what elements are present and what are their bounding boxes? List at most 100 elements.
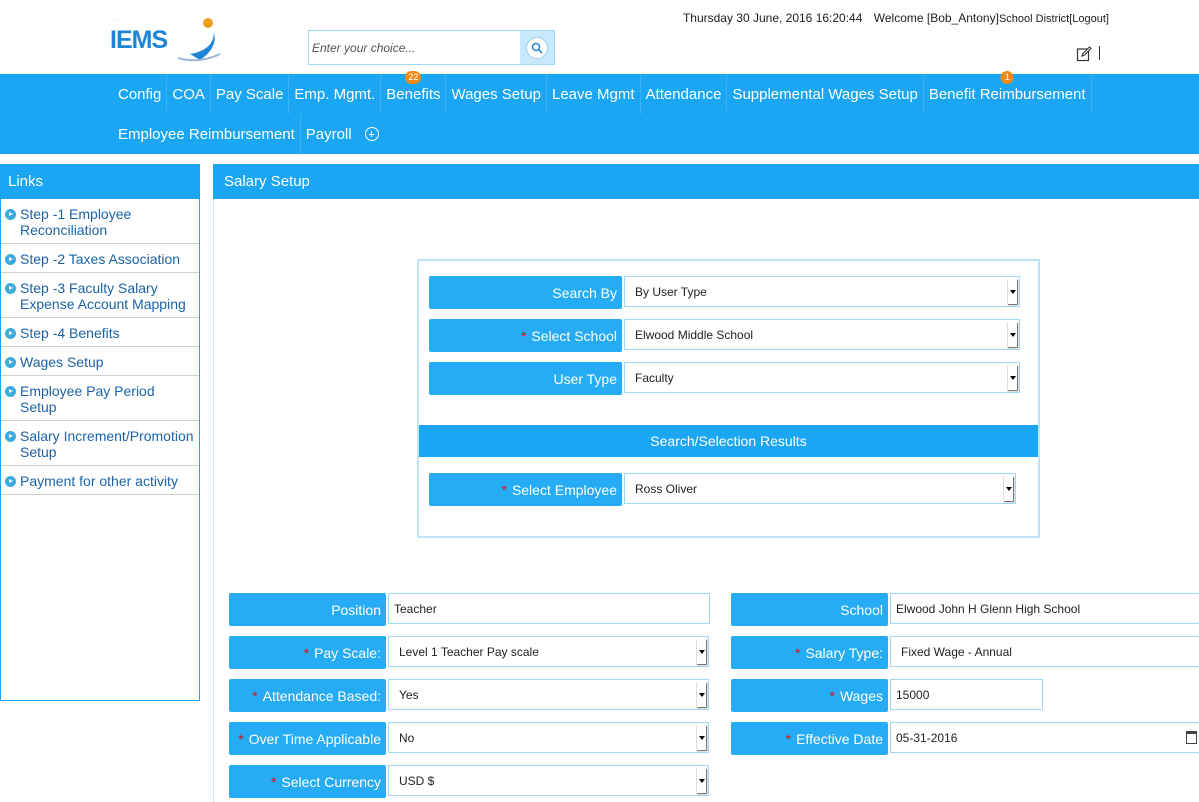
nav-item-benefit-reimbursement[interactable]: Benefit Reimbursement 1 [924,71,1092,114]
chevron-down-icon [1007,279,1017,304]
page-title: Salary Setup [213,164,1199,199]
select-school-label: * Select School [429,319,622,352]
sidebar-links: Step -1 Employee Reconciliation Step -2 T… [1,199,199,495]
attendance-based-select[interactable]: Yes [388,679,709,710]
nav-item-coa[interactable]: COA [167,74,211,114]
nav-item-supplemental-wages-setup[interactable]: Supplemental Wages Setup [727,74,924,114]
wages-label-text: Wages [839,687,883,704]
nav-item-label: Config [118,85,162,103]
salary-type-label-text: Salary Type: [805,644,883,661]
currency-select[interactable]: USD $ [388,765,709,796]
edit-icon[interactable] [1076,46,1092,62]
required-marker: * [794,644,801,661]
salary-type-select[interactable]: Fixed Wage - Annual [890,636,1199,667]
nav-item-attendance[interactable]: Attendance [641,74,728,114]
sidebar-item-employee-pay-period-setup[interactable]: Employee Pay Period Setup [1,376,199,421]
header-info: Thursday 30 June, 2016 16:20:44 Welcome … [683,11,1109,25]
required-marker: * [520,327,527,344]
position-field[interactable]: Teacher [388,593,710,624]
nav-item-label: Attendance [645,85,722,103]
pay-scale-label-text: Pay Scale: [314,644,381,661]
school-label-text: School [840,601,883,618]
chevron-down-icon [696,725,706,750]
logout-link[interactable]: [Logout] [1069,13,1109,25]
select-employee-value: Ross Oliver [635,481,698,496]
required-marker: * [785,730,792,747]
results-header: Search/Selection Results [419,425,1038,457]
sidebar-item-step-3-faculty-salary-expense-account-mapping[interactable]: Step -3 Faculty Salary Expense Account M… [1,273,199,318]
pay-scale-select[interactable]: Level 1 Teacher Pay scale [388,636,709,667]
position-label-text: Position [331,601,381,618]
required-marker: * [303,644,310,661]
nav-item-leave-mgmt[interactable]: Leave Mgmt [547,74,641,114]
arrow-bullet-icon [5,431,16,442]
attendance-based-label-text: Attendance Based: [262,687,381,704]
select-employee-select[interactable]: Ross Oliver [624,473,1016,504]
arrow-bullet-icon [5,386,16,397]
add-circle-icon[interactable] [364,127,379,141]
sidebar-item-label: Wages Setup [20,354,104,370]
required-marker: * [270,773,277,790]
wages-value: 15000 [896,687,930,702]
sidebar-item-label: Step -2 Taxes Association [20,251,181,267]
sidebar-item-wages-setup[interactable]: Wages Setup [1,347,199,376]
effective-date-label-text: Effective Date [796,730,883,747]
nav-item-label: Pay Scale [215,85,284,103]
sidebar-item-label: Step -1 Employee Reconciliation [20,206,132,238]
logo-swoosh-icon [177,18,221,62]
school-field[interactable]: Elwood John H Glenn High School [890,593,1199,624]
user-type-select[interactable]: Faculty [624,362,1020,393]
wages-field[interactable]: 15000 [890,679,1043,710]
nav-item-emp-mgmt[interactable]: Emp. Mgmt. [289,74,382,114]
nav-item-config[interactable]: Config [113,74,168,114]
search-by-select[interactable]: By User Type [624,276,1020,307]
arrow-bullet-icon [5,209,16,220]
required-marker: * [238,730,244,747]
nav-item-label: Benefit Reimbursement [928,85,1086,103]
select-school-select[interactable]: Elwood Middle School [624,319,1020,350]
nav-item-label: Employee Reimbursement [118,125,295,143]
header-datetime: Thursday 30 June, 2016 16:20:44 [682,11,863,25]
search-icon [531,42,543,54]
district-text: School District [998,13,1070,25]
attendance-based-value: Yes [399,687,419,702]
nav-row-1: Config COA Pay Scale Emp. Mgmt. Benefits 22 Wa… [113,71,1092,114]
search-button[interactable] [520,31,554,64]
overtime-select[interactable]: No [388,722,709,753]
nav-item-employee-reimbursement[interactable]: Employee Reimbursement [113,114,301,154]
nav-item-pay-scale[interactable]: Pay Scale [211,74,290,114]
nav-item-benefits[interactable]: Benefits 22 [381,71,447,114]
sidebar-item-payment-for-other-activity[interactable]: Payment for other activity [1,466,199,495]
sidebar-item-step-4-benefits[interactable]: Step -4 Benefits [1,318,199,347]
search-by-label-text: Search By [552,284,617,301]
chevron-down-icon [1003,476,1013,501]
sidebar-item-step-2-taxes-association[interactable]: Step -2 Taxes Association [1,244,199,273]
notification-badge: 22 [405,71,422,84]
user-type-value: Faculty [635,370,674,385]
logo-text: IEMS [110,26,168,54]
main-nav: Config COA Pay Scale Emp. Mgmt. Benefits 22 Wa… [0,71,1199,154]
iems-logo[interactable]: · · · IEMS [108,14,228,64]
arrow-bullet-icon [5,476,16,487]
nav-item-wages-setup[interactable]: Wages Setup [446,74,547,114]
arrow-bullet-icon [5,254,16,265]
pay-scale-value: Level 1 Teacher Pay scale [399,644,539,659]
effective-date-field[interactable]: 05-31-2016 [890,722,1199,753]
currency-label: * Select Currency [229,765,386,798]
sidebar-item-step-1-employee-reconciliation[interactable]: Step -1 Employee Reconciliation [1,199,199,244]
nav-item-label: Emp. Mgmt. [294,85,376,103]
notification-badge: 1 [1000,71,1014,84]
search-input[interactable] [312,38,517,58]
sidebar-item-salary-increment-promotion-setup[interactable]: Salary Increment/Promotion Setup [1,421,199,466]
nav-item-payroll[interactable]: Payroll [301,114,357,154]
nav-row-2: Employee Reimbursement Payroll [113,114,379,154]
wages-label: * Wages [731,679,888,712]
calendar-icon[interactable] [1186,731,1197,744]
welcome-text: Welcome [Bob_Antony] [873,11,999,25]
salary-type-value: Fixed Wage - Annual [901,644,1012,659]
position-label: Position [229,593,386,626]
nav-item-label: Benefits [386,85,441,103]
header-divider [1099,46,1100,60]
pay-scale-label: * Pay Scale: [229,636,386,669]
select-employee-label: * Select Employee [429,473,622,506]
